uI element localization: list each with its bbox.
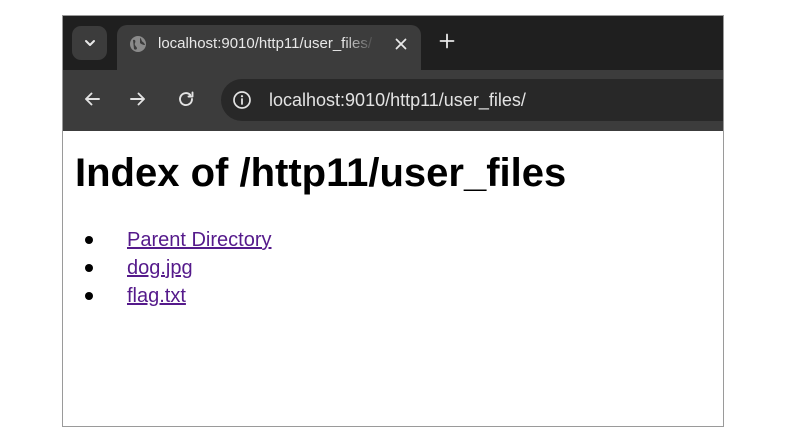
plus-icon <box>439 33 455 54</box>
page-content: Index of /http11/user_files Parent Direc… <box>63 131 723 426</box>
new-tab-button[interactable] <box>435 31 459 55</box>
reload-icon <box>177 90 195 113</box>
active-tab[interactable]: localhost:9010/http11/user_files/ <box>117 25 421 70</box>
tab-title: localhost:9010/http11/user_files/ <box>158 35 373 52</box>
bullet <box>85 264 93 272</box>
tab-strip: localhost:9010/http11/user_files/ <box>63 16 723 70</box>
tab-search-button[interactable] <box>72 26 107 60</box>
chevron-down-icon <box>83 36 97 50</box>
info-icon[interactable] <box>231 89 253 111</box>
back-arrow-icon <box>83 90 101 113</box>
forward-arrow-icon <box>129 90 147 113</box>
file-link-dog-jpg[interactable]: dog.jpg <box>127 255 193 281</box>
address-bar[interactable]: localhost:9010/http11/user_files/ <box>221 79 723 121</box>
page-title: Index of /http11/user_files <box>75 151 567 195</box>
bullet <box>85 292 93 300</box>
forward-button[interactable] <box>126 89 150 113</box>
close-icon[interactable] <box>390 33 412 55</box>
file-link-flag-txt[interactable]: flag.txt <box>127 283 186 309</box>
bullet <box>85 236 93 244</box>
url-text[interactable]: localhost:9010/http11/user_files/ <box>269 89 526 111</box>
browser-window: localhost:9010/http11/user_files/ localh… <box>62 15 724 427</box>
reload-button[interactable] <box>174 89 198 113</box>
back-button[interactable] <box>80 89 104 113</box>
browser-toolbar: localhost:9010/http11/user_files/ <box>63 70 723 131</box>
globe-icon <box>129 35 147 53</box>
parent-directory-link[interactable]: Parent Directory <box>127 227 272 253</box>
